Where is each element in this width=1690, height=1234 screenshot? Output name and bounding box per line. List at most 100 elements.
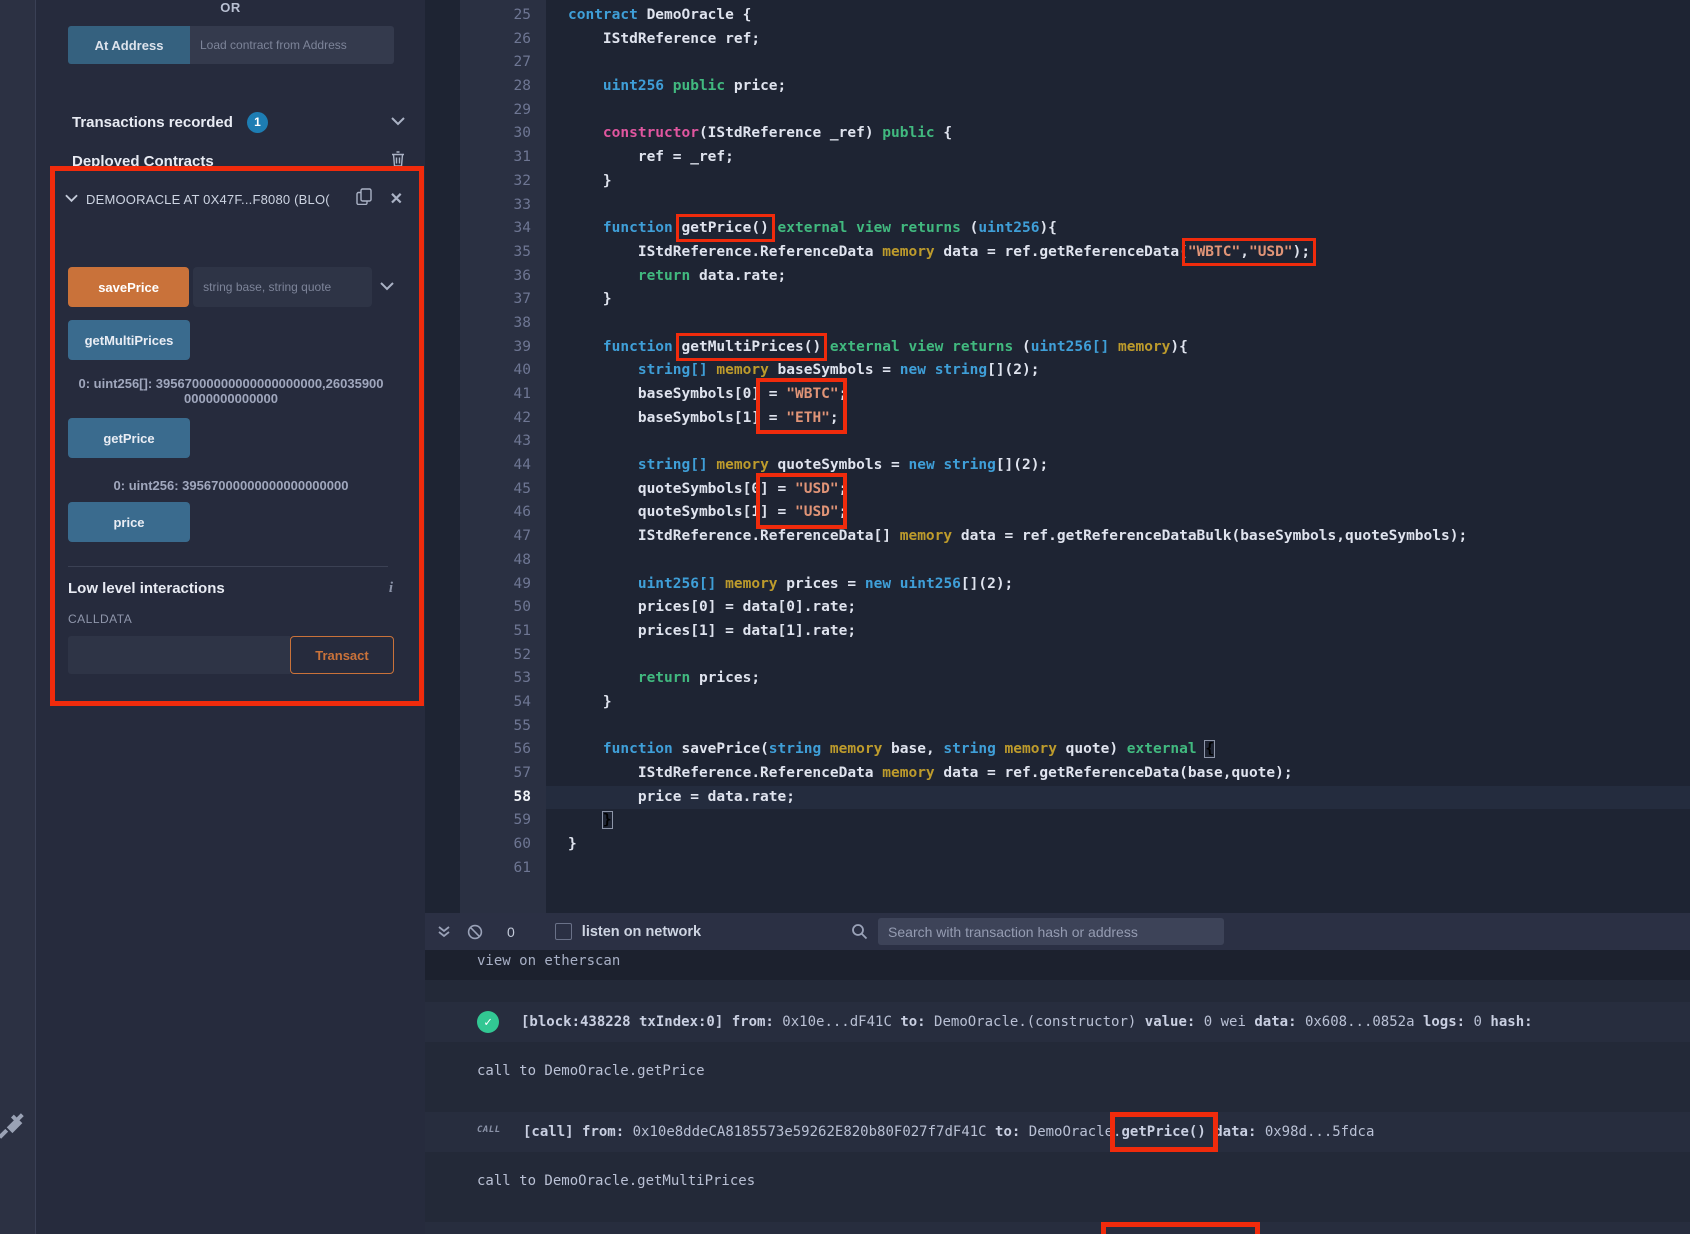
code-editor[interactable]: 2526272829303132333435363738394041424344… (425, 0, 1690, 913)
terminal-log-text: call to DemoOracle.getMultiPrices (477, 1170, 755, 1192)
chevron-down-icon[interactable] (65, 190, 78, 208)
code-line: ref = _ref; (568, 146, 1690, 170)
annotation-box: getMultiPrices() (682, 339, 822, 355)
deploy-and-run-panel: OR At Address Transactions recorded 1 De… (36, 0, 425, 1234)
get-multi-prices-result: 0: uint256[]: 39567000000000000000000,26… (76, 376, 386, 406)
code-line: baseSymbols[0] = "WBTC"; (568, 383, 1690, 407)
chevron-down-icon[interactable] (380, 278, 394, 296)
line-number: 29 (460, 99, 546, 123)
divider (68, 566, 388, 567)
code-line: uint256 public price; (568, 75, 1690, 99)
terminal-search-input[interactable] (878, 918, 1224, 945)
listen-on-network-label: listen on network (582, 924, 701, 940)
load-contract-address-input[interactable] (190, 26, 394, 64)
plugin-manager-plug-icon[interactable] (0, 1109, 28, 1148)
line-number: 51 (460, 620, 546, 644)
calldata-row: Transact (68, 636, 394, 674)
call-tag: CALL (477, 1121, 507, 1135)
code-line (568, 99, 1690, 123)
code-line: prices[0] = data[0].rate; (568, 596, 1690, 620)
terminal-log-call: CALL[call] from: 0x10e8ddeCA8185573e5926… (425, 1222, 1690, 1234)
code-line: price = data.rate; (546, 786, 1690, 810)
line-number: 26 (460, 28, 546, 52)
save-price-button[interactable]: savePrice (68, 267, 189, 307)
code-line: IStdReference.ReferenceData[] memory dat… (568, 525, 1690, 549)
terminal-log-text: view on etherscan (477, 950, 620, 972)
line-number: 47 (460, 525, 546, 549)
deployed-contracts-label: Deployed Contracts (72, 153, 214, 170)
line-number: 50 (460, 596, 546, 620)
deployed-contract-header[interactable]: DEMOORACLE AT 0X47F...F8080 (BLO( ✕ (65, 188, 405, 210)
code-line: } (568, 288, 1690, 312)
line-number: 61 (460, 857, 546, 881)
line-number: 57 (460, 762, 546, 786)
line-number: 60 (460, 833, 546, 857)
transactions-recorded-row: Transactions recorded 1 (72, 110, 405, 134)
line-number: 36 (460, 265, 546, 289)
at-address-row: At Address (68, 26, 394, 64)
code-line: } (568, 170, 1690, 194)
line-number: 42 (460, 407, 546, 431)
line-number: 58 (460, 786, 546, 810)
code-line: } (568, 833, 1690, 857)
line-number: 31 (460, 146, 546, 170)
copy-icon[interactable] (356, 188, 372, 210)
code-line (568, 715, 1690, 739)
save-price-row: savePrice (68, 267, 394, 307)
code-line (568, 194, 1690, 218)
clear-console-icon[interactable] (467, 924, 483, 940)
terminal-log-text: [call] from: 0x10e8ddeCA8185573e59262E82… (523, 1121, 1374, 1143)
line-number: 27 (460, 51, 546, 75)
code-line: constructor(IStdReference _ref) public { (568, 122, 1690, 146)
pending-tx-count: 0 (507, 924, 515, 940)
line-number: 38 (460, 312, 546, 336)
info-icon[interactable]: i (389, 580, 393, 597)
line-number: 40 (460, 359, 546, 383)
line-number: 35 (460, 241, 546, 265)
get-multi-prices-button[interactable]: getMultiPrices (68, 320, 190, 360)
expand-terminal-icon[interactable] (437, 925, 451, 939)
close-icon[interactable]: ✕ (390, 189, 403, 209)
annotation-box: getPrice() (682, 220, 769, 236)
line-number: 39 (460, 336, 546, 360)
terminal-log-tx: ✓[block:438228 txIndex:0] from: 0x10e...… (425, 1002, 1690, 1042)
code-line (568, 51, 1690, 75)
chevron-down-icon[interactable] (391, 113, 405, 131)
line-number: 41 (460, 383, 546, 407)
terminal-log-link[interactable]: view on etherscan (425, 950, 1690, 980)
line-number: 55 (460, 715, 546, 739)
code-line: quoteSymbols[1] = "USD"; (568, 501, 1690, 525)
deployed-contract-title: DEMOORACLE AT 0X47F...F8080 (BLO( (86, 192, 330, 207)
code-line (568, 644, 1690, 668)
code-line: quoteSymbols[0] = "USD"; (568, 478, 1690, 502)
get-price-button[interactable]: getPrice (68, 418, 190, 458)
line-number: 33 (460, 194, 546, 218)
listen-on-network-checkbox[interactable] (555, 923, 572, 940)
line-number: 25 (460, 4, 546, 28)
editor-gutter: 2526272829303132333435363738394041424344… (460, 0, 546, 913)
deployed-contracts-row: Deployed Contracts (72, 150, 405, 172)
save-price-args-input[interactable] (193, 267, 372, 307)
calldata-label: CALLDATA (68, 612, 132, 626)
code-line: string[] memory quoteSymbols = new strin… (568, 454, 1690, 478)
terminal-log-text: [block:438228 txIndex:0] from: 0x10e...d… (521, 1011, 1533, 1033)
line-number: 48 (460, 549, 546, 573)
transact-button[interactable]: Transact (290, 636, 394, 674)
code-line: } (568, 809, 1690, 833)
terminal-log-call: CALL [call] from: 0x10e8ddeCA8185573e5926… (425, 1112, 1690, 1152)
low-level-interactions-label: Low level interactions (68, 580, 225, 597)
remix-ide-app: OR At Address Transactions recorded 1 De… (0, 0, 1690, 1234)
code-line: function getMultiPrices() external view … (568, 336, 1690, 360)
calldata-input[interactable] (68, 636, 290, 674)
code-line: function savePrice(string memory base, s… (568, 738, 1690, 762)
at-address-button[interactable]: At Address (68, 26, 190, 64)
code-line (568, 857, 1690, 881)
price-button[interactable]: price (68, 502, 190, 542)
editor-code: contract DemoOracle { IStdReference ref;… (546, 0, 1690, 913)
code-line: contract DemoOracle { (568, 4, 1690, 28)
line-number: 34 (460, 217, 546, 241)
annotation-box: "WBTC","USD"); (1188, 244, 1310, 260)
icon-panel (0, 0, 36, 1234)
trash-icon[interactable] (391, 151, 405, 172)
transactions-recorded-label: Transactions recorded (72, 114, 233, 131)
